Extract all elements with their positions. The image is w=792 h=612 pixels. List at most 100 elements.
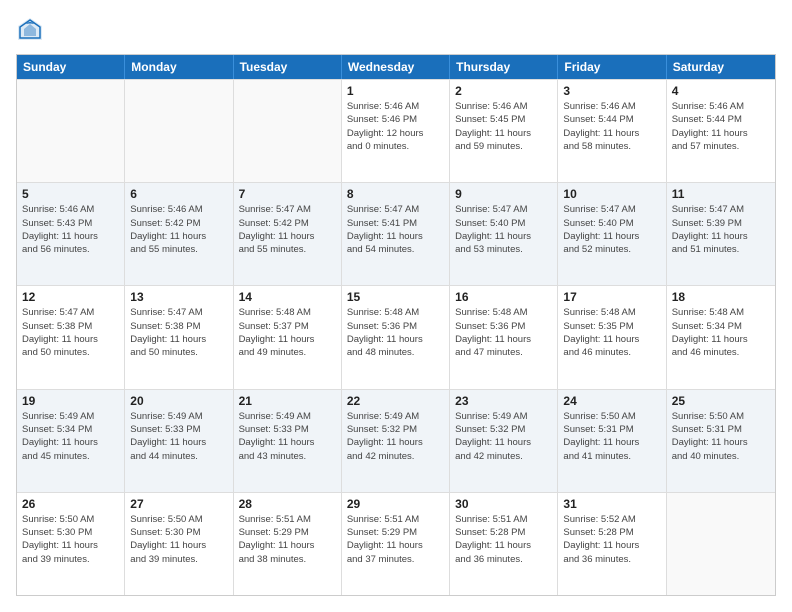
day-number: 27 [130, 497, 227, 511]
day-info: Sunrise: 5:48 AMSunset: 5:36 PMDaylight:… [455, 306, 552, 359]
day-info: Sunrise: 5:46 AMSunset: 5:44 PMDaylight:… [563, 100, 660, 153]
logo [16, 16, 48, 44]
day-number: 7 [239, 187, 336, 201]
calendar-cell-r2c1: 13 Sunrise: 5:47 AMSunset: 5:38 PMDayligh… [125, 286, 233, 388]
day-number: 23 [455, 394, 552, 408]
day-number: 28 [239, 497, 336, 511]
day-info: Sunrise: 5:50 AMSunset: 5:30 PMDaylight:… [130, 513, 227, 566]
calendar-cell-r2c6: 18Sunrise: 5:48 AMSunset: 5:34 PMDayligh… [667, 286, 775, 388]
calendar-cell-r1c5: 10 Sunrise: 5:47 AMSunset: 5:40 PMDayligh… [558, 183, 666, 285]
day-info: Sunrise: 5:51 AMSunset: 5:29 PMDaylight:… [347, 513, 444, 566]
day-info: Sunrise: 5:50 AMSunset: 5:30 PMDaylight:… [22, 513, 119, 566]
day-number: 20 [130, 394, 227, 408]
day-info: Sunrise: 5:47 AMSunset: 5:38 PMDaylight:… [130, 306, 227, 359]
calendar-cell-r4c3: 29 Sunrise: 5:51 AMSunset: 5:29 PMDayligh… [342, 493, 450, 595]
calendar-cell-r3c5: 24Sunrise: 5:50 AMSunset: 5:31 PMDayligh… [558, 390, 666, 492]
day-info: Sunrise: 5:46 AMSunset: 5:44 PMDaylight:… [672, 100, 770, 153]
day-info: Sunrise: 5:49 AMSunset: 5:32 PMDaylight:… [455, 410, 552, 463]
day-number: 14 [239, 290, 336, 304]
calendar-cell-r4c1: 27 Sunrise: 5:50 AMSunset: 5:30 PMDayligh… [125, 493, 233, 595]
weekday-header-monday: Monday [125, 55, 233, 79]
day-number: 2 [455, 84, 552, 98]
day-number: 12 [22, 290, 119, 304]
day-number: 25 [672, 394, 770, 408]
calendar-cell-r4c0: 26 Sunrise: 5:50 AMSunset: 5:30 PMDayligh… [17, 493, 125, 595]
calendar-cell-r4c4: 30 Sunrise: 5:51 AMSunset: 5:28 PMDayligh… [450, 493, 558, 595]
calendar-row-1: 5 Sunrise: 5:46 AMSunset: 5:43 PMDaylight… [17, 182, 775, 285]
calendar-cell-r2c4: 16 Sunrise: 5:48 AMSunset: 5:36 PMDayligh… [450, 286, 558, 388]
calendar-cell-r2c2: 14Sunrise: 5:48 AMSunset: 5:37 PMDayligh… [234, 286, 342, 388]
day-number: 26 [22, 497, 119, 511]
calendar-cell-r4c6 [667, 493, 775, 595]
day-info: Sunrise: 5:47 AMSunset: 5:40 PMDaylight:… [563, 203, 660, 256]
day-number: 6 [130, 187, 227, 201]
day-number: 22 [347, 394, 444, 408]
day-number: 17 [563, 290, 660, 304]
day-number: 5 [22, 187, 119, 201]
day-number: 11 [672, 187, 770, 201]
day-info: Sunrise: 5:52 AMSunset: 5:28 PMDaylight:… [563, 513, 660, 566]
day-info: Sunrise: 5:50 AMSunset: 5:31 PMDaylight:… [563, 410, 660, 463]
day-info: Sunrise: 5:49 AMSunset: 5:34 PMDaylight:… [22, 410, 119, 463]
calendar-cell-r0c5: 3 Sunrise: 5:46 AMSunset: 5:44 PMDaylight… [558, 80, 666, 182]
day-number: 15 [347, 290, 444, 304]
calendar-cell-r3c1: 20 Sunrise: 5:49 AMSunset: 5:33 PMDayligh… [125, 390, 233, 492]
day-number: 16 [455, 290, 552, 304]
day-number: 13 [130, 290, 227, 304]
calendar-cell-r0c2 [234, 80, 342, 182]
calendar-cell-r2c0: 12 Sunrise: 5:47 AMSunset: 5:38 PMDayligh… [17, 286, 125, 388]
day-number: 8 [347, 187, 444, 201]
calendar-row-4: 26 Sunrise: 5:50 AMSunset: 5:30 PMDayligh… [17, 492, 775, 595]
calendar-cell-r3c2: 21Sunrise: 5:49 AMSunset: 5:33 PMDayligh… [234, 390, 342, 492]
calendar-cell-r4c2: 28 Sunrise: 5:51 AMSunset: 5:29 PMDayligh… [234, 493, 342, 595]
calendar-cell-r1c3: 8 Sunrise: 5:47 AMSunset: 5:41 PMDaylight… [342, 183, 450, 285]
calendar-cell-r1c6: 11 Sunrise: 5:47 AMSunset: 5:39 PMDayligh… [667, 183, 775, 285]
page: SundayMondayTuesdayWednesdayThursdayFrid… [0, 0, 792, 612]
calendar-cell-r0c3: 1Sunrise: 5:46 AMSunset: 5:46 PMDaylight… [342, 80, 450, 182]
day-number: 3 [563, 84, 660, 98]
calendar-cell-r0c1 [125, 80, 233, 182]
day-info: Sunrise: 5:51 AMSunset: 5:29 PMDaylight:… [239, 513, 336, 566]
day-info: Sunrise: 5:47 AMSunset: 5:38 PMDaylight:… [22, 306, 119, 359]
day-info: Sunrise: 5:48 AMSunset: 5:35 PMDaylight:… [563, 306, 660, 359]
calendar-cell-r1c0: 5 Sunrise: 5:46 AMSunset: 5:43 PMDaylight… [17, 183, 125, 285]
calendar-cell-r3c3: 22 Sunrise: 5:49 AMSunset: 5:32 PMDayligh… [342, 390, 450, 492]
calendar-cell-r2c5: 17 Sunrise: 5:48 AMSunset: 5:35 PMDayligh… [558, 286, 666, 388]
header [16, 16, 776, 44]
day-info: Sunrise: 5:47 AMSunset: 5:41 PMDaylight:… [347, 203, 444, 256]
day-number: 21 [239, 394, 336, 408]
calendar-cell-r1c1: 6Sunrise: 5:46 AMSunset: 5:42 PMDaylight… [125, 183, 233, 285]
day-number: 19 [22, 394, 119, 408]
calendar: SundayMondayTuesdayWednesdayThursdayFrid… [16, 54, 776, 596]
day-info: Sunrise: 5:49 AMSunset: 5:32 PMDaylight:… [347, 410, 444, 463]
day-info: Sunrise: 5:47 AMSunset: 5:39 PMDaylight:… [672, 203, 770, 256]
day-info: Sunrise: 5:49 AMSunset: 5:33 PMDaylight:… [130, 410, 227, 463]
calendar-header: SundayMondayTuesdayWednesdayThursdayFrid… [17, 55, 775, 79]
calendar-cell-r1c4: 9Sunrise: 5:47 AMSunset: 5:40 PMDaylight… [450, 183, 558, 285]
calendar-cell-r3c0: 19 Sunrise: 5:49 AMSunset: 5:34 PMDayligh… [17, 390, 125, 492]
calendar-row-0: 1Sunrise: 5:46 AMSunset: 5:46 PMDaylight… [17, 79, 775, 182]
calendar-row-3: 19 Sunrise: 5:49 AMSunset: 5:34 PMDayligh… [17, 389, 775, 492]
weekday-header-saturday: Saturday [667, 55, 775, 79]
day-number: 9 [455, 187, 552, 201]
day-number: 4 [672, 84, 770, 98]
calendar-cell-r4c5: 31 Sunrise: 5:52 AMSunset: 5:28 PMDayligh… [558, 493, 666, 595]
day-number: 31 [563, 497, 660, 511]
calendar-cell-r2c3: 15Sunrise: 5:48 AMSunset: 5:36 PMDayligh… [342, 286, 450, 388]
day-info: Sunrise: 5:46 AMSunset: 5:45 PMDaylight:… [455, 100, 552, 153]
day-info: Sunrise: 5:46 AMSunset: 5:43 PMDaylight:… [22, 203, 119, 256]
calendar-row-2: 12 Sunrise: 5:47 AMSunset: 5:38 PMDayligh… [17, 285, 775, 388]
day-number: 29 [347, 497, 444, 511]
day-info: Sunrise: 5:47 AMSunset: 5:42 PMDaylight:… [239, 203, 336, 256]
day-number: 1 [347, 84, 444, 98]
calendar-cell-r1c2: 7 Sunrise: 5:47 AMSunset: 5:42 PMDaylight… [234, 183, 342, 285]
day-info: Sunrise: 5:51 AMSunset: 5:28 PMDaylight:… [455, 513, 552, 566]
calendar-body: 1Sunrise: 5:46 AMSunset: 5:46 PMDaylight… [17, 79, 775, 595]
calendar-cell-r0c6: 4 Sunrise: 5:46 AMSunset: 5:44 PMDaylight… [667, 80, 775, 182]
weekday-header-wednesday: Wednesday [342, 55, 450, 79]
day-number: 30 [455, 497, 552, 511]
calendar-cell-r0c4: 2 Sunrise: 5:46 AMSunset: 5:45 PMDaylight… [450, 80, 558, 182]
day-number: 18 [672, 290, 770, 304]
day-number: 10 [563, 187, 660, 201]
logo-icon [16, 16, 44, 44]
